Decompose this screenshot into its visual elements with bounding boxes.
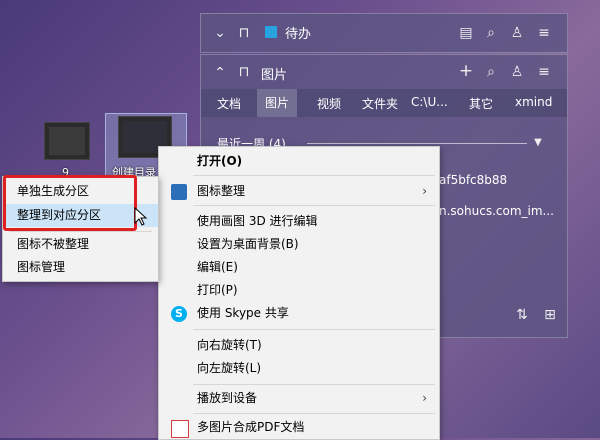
pin-icon[interactable]: ⊓ <box>235 64 253 80</box>
pin-icon[interactable]: ⊓ <box>235 25 253 41</box>
desktop-icon-thumbnail-9[interactable] <box>44 122 90 160</box>
menu-item-merge-pdf[interactable]: 多图片合成PDF文档 <box>159 416 439 439</box>
pdf-icon <box>171 420 189 438</box>
menu-separator <box>193 175 435 176</box>
tab-xmind[interactable]: xmind <box>515 95 552 109</box>
grid-view-icon[interactable]: ⊞ <box>541 307 559 323</box>
menu-item-edit[interactable]: 编辑(E) <box>159 256 439 279</box>
mouse-cursor-icon <box>134 207 148 226</box>
context-menu: 打开(O) 图标整理 › 使用画图 3D 进行编辑 设置为桌面背景(B) 编辑(… <box>158 146 440 440</box>
note-icon[interactable]: ▤ <box>457 25 475 41</box>
tab-c-drive[interactable]: C:\U... <box>411 95 448 109</box>
file-name-2[interactable]: n.sohucs.com_im... <box>439 204 554 218</box>
chevron-down-icon[interactable]: ⌄ <box>211 25 229 41</box>
tab-folders[interactable]: 文件夹 <box>362 95 398 112</box>
menu-item-rotate-right[interactable]: 向右旋转(T) <box>159 334 439 357</box>
shirt-icon[interactable]: ♙ <box>508 64 526 80</box>
menu-icon[interactable]: ≡ <box>535 25 553 41</box>
submenu-item-exclude-icon[interactable]: 图标不被整理 <box>3 233 158 256</box>
menu-separator <box>193 384 435 385</box>
submenu-arrow-icon: › <box>422 184 427 198</box>
annotation-highlight-box <box>3 175 137 231</box>
menu-item-paint3d[interactable]: 使用画图 3D 进行编辑 <box>159 210 439 233</box>
group-divider <box>307 143 527 144</box>
menu-item-icon-organize[interactable]: 图标整理 › <box>159 180 439 203</box>
collapse-triangle-icon[interactable]: ▼ <box>529 135 547 151</box>
tab-videos[interactable]: 视频 <box>317 95 341 112</box>
fence-todo: ⌄ ⊓ 待办 ▤ ⌕ ♙ ≡ <box>200 13 568 53</box>
menu-item-set-wallpaper[interactable]: 设置为桌面背景(B) <box>159 233 439 256</box>
tab-images[interactable]: 图片 <box>257 89 298 117</box>
submenu-item-icon-manage[interactable]: 图标管理 <box>3 256 158 279</box>
menu-separator <box>193 205 435 206</box>
menu-item-print[interactable]: 打印(P) <box>159 279 439 302</box>
chevron-up-icon[interactable]: ⌃ <box>211 65 229 81</box>
menu-icon[interactable]: ≡ <box>535 64 553 80</box>
search-icon[interactable]: ⌕ <box>482 25 500 41</box>
fence-tabs: 文档 图片 视频 文件夹 C:\U... 其它 xmind <box>201 89 567 117</box>
monitor-icon <box>171 184 187 200</box>
menu-item-cast-to-device[interactable]: 播放到设备 › <box>159 387 439 410</box>
add-icon[interactable]: + <box>457 63 475 80</box>
fence-images-title: 图片 <box>261 68 288 83</box>
search-icon[interactable]: ⌕ <box>482 64 500 80</box>
sort-icon[interactable]: ⇅ <box>513 307 531 323</box>
menu-item-rotate-left[interactable]: 向左旋转(L) <box>159 357 439 380</box>
submenu-arrow-icon: › <box>422 391 427 405</box>
menu-separator <box>193 413 435 414</box>
menu-separator <box>9 231 152 232</box>
menu-separator <box>193 329 435 330</box>
fence-color-square <box>265 26 277 38</box>
tab-other[interactable]: 其它 <box>469 95 493 112</box>
menu-item-open[interactable]: 打开(O) <box>159 150 439 173</box>
fence-todo-title: 待办 <box>285 27 312 42</box>
tab-documents[interactable]: 文档 <box>217 95 241 112</box>
skype-icon: S <box>171 306 187 322</box>
shirt-icon[interactable]: ♙ <box>508 25 526 41</box>
file-name-1[interactable]: af5bfc8b88 <box>439 173 507 187</box>
menu-item-skype-share[interactable]: S 使用 Skype 共享 <box>159 302 439 325</box>
